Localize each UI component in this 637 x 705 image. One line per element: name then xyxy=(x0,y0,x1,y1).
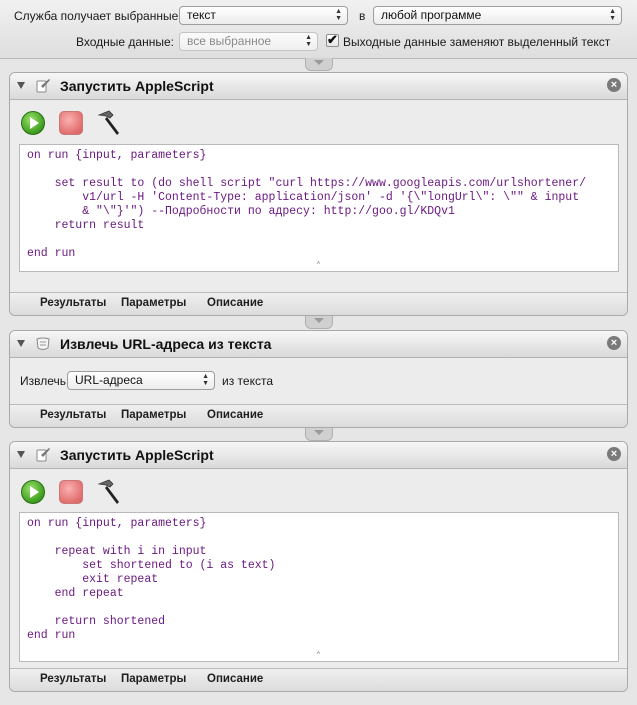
code-line: v1/url -H 'Content-Type: application/jso… xyxy=(27,191,580,204)
tab-results[interactable]: Результаты xyxy=(40,673,106,685)
tab-results[interactable]: Результаты xyxy=(40,409,106,421)
action-title: Запустить AppleScript xyxy=(60,447,214,463)
script-editor[interactable]: on run {input, parameters} set result to… xyxy=(19,144,619,272)
action-connector xyxy=(305,428,333,441)
disclosure-triangle-icon[interactable] xyxy=(17,340,25,347)
input-data-value: все выбранное xyxy=(187,34,272,48)
hammer-icon[interactable] xyxy=(95,478,123,506)
tab-options[interactable]: Параметры xyxy=(121,673,186,685)
action-connector xyxy=(305,316,333,329)
close-icon[interactable]: × xyxy=(607,336,621,350)
action-footer: Результаты Параметры Описание xyxy=(10,292,627,315)
in-label: в xyxy=(359,9,366,23)
extract-type-popup[interactable]: URL-адреса ▲ ▼ xyxy=(67,371,215,390)
from-text-label: из текста xyxy=(222,374,273,388)
action-footer: Результаты Параметры Описание xyxy=(10,668,627,691)
service-input-type-popup[interactable]: текст ▲ ▼ xyxy=(179,6,348,25)
hammer-icon[interactable] xyxy=(95,109,123,137)
applescript-icon xyxy=(36,448,50,462)
tab-results[interactable]: Результаты xyxy=(40,297,106,309)
tab-description[interactable]: Описание xyxy=(207,297,263,309)
tab-description[interactable]: Описание xyxy=(207,409,263,421)
action-title-bar[interactable]: Запустить AppleScript × xyxy=(10,73,627,100)
tab-options[interactable]: Параметры xyxy=(121,409,186,421)
stop-icon xyxy=(59,480,83,504)
disclosure-triangle-icon[interactable] xyxy=(17,82,25,89)
close-icon[interactable]: × xyxy=(607,78,621,92)
code-line: exit repeat xyxy=(27,573,159,586)
code-line: on run {input, parameters} xyxy=(27,149,207,162)
popup-arrows-icon: ▲ ▼ xyxy=(305,34,312,48)
run-icon[interactable] xyxy=(21,480,45,504)
code-line: return shortened xyxy=(27,615,166,628)
code-line: set result to (do shell script "curl htt… xyxy=(27,177,586,190)
action-footer: Результаты Параметры Описание xyxy=(10,404,627,427)
action-run-applescript-1: Запустить AppleScript × on run {input, p… xyxy=(9,72,628,316)
action-title: Запустить AppleScript xyxy=(60,78,214,94)
popup-arrows-icon: ▲ ▼ xyxy=(609,8,616,22)
resize-grip-icon[interactable]: ⌃ xyxy=(316,650,321,660)
action-title: Извлечь URL-адреса из текста xyxy=(60,336,272,352)
script-editor[interactable]: on run {input, parameters} repeat with i… xyxy=(19,512,619,662)
disclosure-triangle-icon[interactable] xyxy=(17,451,25,458)
code-line: return result xyxy=(27,219,145,232)
input-data-popup: все выбранное ▲ ▼ xyxy=(179,32,318,51)
service-receives-label: Служба получает выбранные xyxy=(14,9,179,23)
code-line: set shortened to (i as text) xyxy=(27,559,276,572)
action-extract-urls: Извлечь URL-адреса из текста × Извлечь U… xyxy=(9,330,628,428)
code-line: end repeat xyxy=(27,587,124,600)
code-line: on run {input, parameters} xyxy=(27,517,207,530)
action-connector xyxy=(305,58,333,71)
code-line: end run xyxy=(27,247,76,260)
applescript-icon xyxy=(36,79,50,93)
service-header: Служба получает выбранные текст ▲ ▼ в люб… xyxy=(0,0,637,59)
input-data-label: Входные данные: xyxy=(76,35,174,49)
text-document-icon xyxy=(36,337,50,350)
tab-options[interactable]: Параметры xyxy=(121,297,186,309)
replace-selected-checkbox[interactable]: ✔ xyxy=(326,32,339,47)
popup-arrows-icon: ▲ ▼ xyxy=(335,8,342,22)
close-icon[interactable]: × xyxy=(607,447,621,461)
extract-type-value: URL-адреса xyxy=(75,373,143,387)
application-popup[interactable]: любой программе ▲ ▼ xyxy=(373,6,622,25)
run-icon[interactable] xyxy=(21,111,45,135)
code-line: repeat with i in input xyxy=(27,545,207,558)
stop-icon xyxy=(59,111,83,135)
action-title-bar[interactable]: Извлечь URL-адреса из текста × xyxy=(10,331,627,358)
tab-description[interactable]: Описание xyxy=(207,673,263,685)
service-input-type-value: текст xyxy=(187,8,216,22)
code-line: end run xyxy=(27,629,76,642)
popup-arrows-icon: ▲ ▼ xyxy=(202,373,209,387)
extract-label: Извлечь xyxy=(20,374,67,388)
action-run-applescript-2: Запустить AppleScript × on run {input, p… xyxy=(9,441,628,692)
replace-selected-label[interactable]: Выходные данные заменяют выделенный текс… xyxy=(343,35,610,49)
action-title-bar[interactable]: Запустить AppleScript × xyxy=(10,442,627,469)
resize-grip-icon[interactable]: ⌃ xyxy=(316,260,321,270)
code-line: & "\"}'") --Подробности по адресу: http:… xyxy=(27,205,455,218)
application-value: любой программе xyxy=(381,8,482,22)
checkmark-icon: ✔ xyxy=(327,32,338,47)
